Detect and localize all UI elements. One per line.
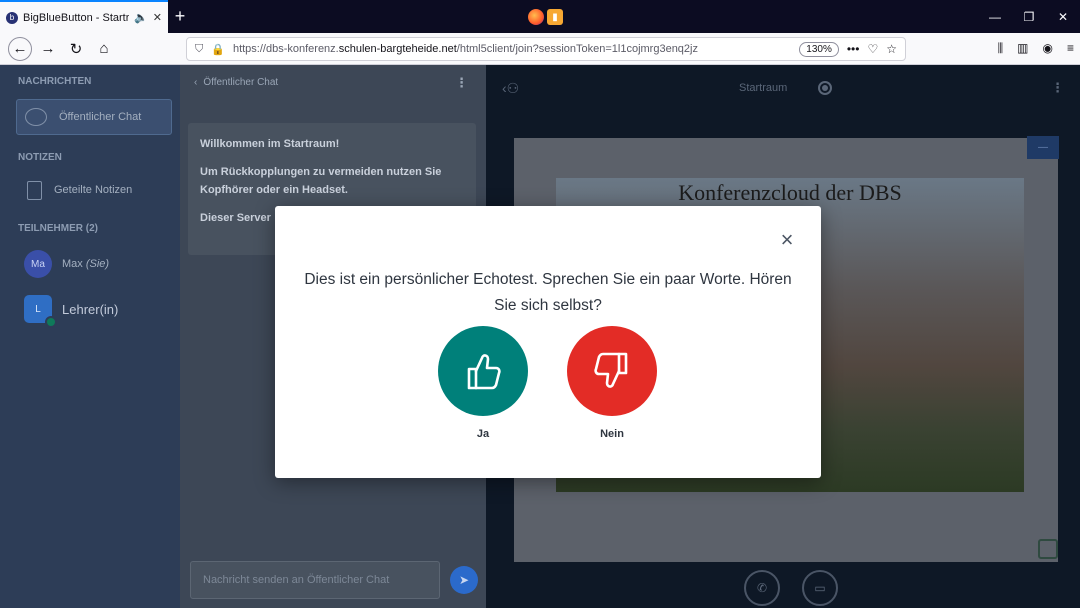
close-window-icon[interactable]: ✕: [1046, 0, 1080, 33]
zoom-level[interactable]: 130%: [799, 41, 839, 57]
send-message-button[interactable]: ➤: [450, 566, 478, 594]
speaker-icon[interactable]: 🔈: [134, 11, 148, 24]
shield-icon[interactable]: ⛉: [195, 43, 203, 56]
yes-label: Ja: [476, 428, 490, 440]
chat-title: Öffentlicher Chat: [203, 76, 279, 88]
url-actions: ••• ♡ ☆: [847, 42, 897, 56]
leave-audio-button[interactable]: ✆: [744, 570, 780, 606]
messages-section-title: NACHRICHTEN: [18, 76, 92, 87]
echo-yes-button[interactable]: Ja: [438, 326, 528, 440]
minimize-presentation-button[interactable]: —: [1027, 136, 1059, 159]
record-icon[interactable]: [818, 81, 832, 95]
close-tab-icon[interactable]: ✕: [153, 11, 162, 24]
tab-title: BigBlueButton - Startraum: [23, 11, 130, 24]
lock-icon[interactable]: 🔒: [211, 43, 225, 56]
chat-options-icon[interactable]: ⋮: [455, 75, 468, 91]
bigbluebutton-favicon-icon: b: [6, 11, 18, 24]
options-icon[interactable]: ⋮: [1051, 80, 1064, 96]
sidebar-item-public-chat[interactable]: Öffentlicher Chat: [16, 99, 172, 135]
firefox-icon: [528, 9, 544, 25]
main-header: ‹⚇ Startraum ⋮: [486, 65, 1080, 111]
participants-section-title: TEILNEHMER (2): [18, 223, 98, 234]
echo-test-modal: × Dies ist ein persönlicher Echotest. Sp…: [275, 206, 821, 478]
url-text[interactable]: https://dbs-konferenz.schulen-bargteheid…: [233, 43, 791, 55]
home-button[interactable]: ⌂: [92, 37, 116, 61]
room-title: Startraum: [739, 82, 788, 94]
user-item-max[interactable]: Ma Max (Sie): [24, 250, 109, 278]
thumbs-down-icon[interactable]: [567, 326, 657, 416]
user-list-sidebar: NACHRICHTEN Öffentlicher Chat NOTIZEN Ge…: [0, 65, 180, 608]
window-controls: — ❐ ✕: [978, 0, 1080, 33]
url-bar[interactable]: ⛉ 🔒 https://dbs-konferenz.schulen-bargte…: [186, 37, 906, 61]
document-icon: [27, 180, 42, 200]
user-list-toggle-icon[interactable]: ‹⚇: [502, 80, 519, 97]
moderator-badge-icon: [45, 316, 57, 328]
camera-off-icon: ▭: [814, 581, 826, 595]
echo-test-prompt: Dies ist ein persönlicher Echotest. Spre…: [304, 271, 792, 314]
avatar: L: [24, 295, 57, 328]
sidebar-item-label: Geteilte Notizen: [54, 184, 133, 196]
microphone-icon[interactable]: ▮: [547, 9, 563, 25]
back-button[interactable]: ←: [8, 36, 32, 61]
pocket-icon[interactable]: ♡: [867, 42, 878, 56]
chat-message-input[interactable]: Nachricht senden an Öffentlicher Chat: [190, 561, 440, 599]
sidebar-item-label: Öffentlicher Chat: [59, 111, 142, 123]
close-icon[interactable]: ×: [775, 227, 799, 252]
notes-section-title: NOTIZEN: [18, 152, 62, 163]
chat-bubble-icon: [25, 108, 47, 126]
hint-line: Um Rückkopplungen zu vermeiden nutzen Si…: [200, 166, 442, 196]
more-actions-icon[interactable]: •••: [847, 42, 860, 56]
tabbar-indicators: ▮: [528, 9, 563, 25]
forward-button[interactable]: →: [36, 37, 60, 61]
browser-tab[interactable]: b BigBlueButton - Startraum 🔈 ✕: [0, 0, 168, 33]
fullscreen-icon[interactable]: [1038, 539, 1058, 559]
user-name: Max (Sie): [62, 258, 110, 270]
bookmark-star-icon[interactable]: ☆: [886, 42, 897, 56]
welcome-line: Willkommen im Startraum!: [200, 138, 340, 150]
sidebar-item-shared-notes[interactable]: Geteilte Notizen: [16, 172, 172, 208]
user-item-lehrer[interactable]: L Lehrer(in): [24, 295, 119, 328]
slide-title: Konferenzcloud der DBS: [678, 180, 902, 205]
menu-icon[interactable]: ≡: [1067, 41, 1074, 56]
share-webcam-button[interactable]: ▭: [802, 570, 838, 606]
chevron-left-icon[interactable]: ‹: [194, 77, 197, 88]
user-name: Lehrer(in): [62, 301, 119, 317]
account-icon[interactable]: ◉: [1043, 41, 1053, 56]
library-icon[interactable]: ⫼: [998, 41, 1004, 56]
no-label: Nein: [600, 428, 624, 440]
echo-no-button[interactable]: Nein: [567, 326, 657, 440]
restore-icon[interactable]: ❐: [1012, 0, 1046, 33]
phone-hangup-icon: ✆: [756, 581, 768, 595]
minimize-icon[interactable]: —: [978, 0, 1012, 33]
avatar: Ma: [24, 250, 52, 278]
thumbs-up-icon[interactable]: [438, 326, 528, 416]
send-icon: ➤: [458, 573, 470, 587]
chat-header[interactable]: ‹ Öffentlicher Chat ⋮: [180, 65, 486, 99]
reload-button[interactable]: ↻: [64, 37, 88, 61]
new-tab-button[interactable]: +: [168, 0, 192, 33]
toolbar-right: ⫼ ▥ ◉ ≡: [998, 41, 1074, 56]
browser-navbar: ← → ↻ ⌂ ⛉ 🔒 https://dbs-konferenz.schule…: [0, 33, 1080, 65]
sidebar-icon[interactable]: ▥: [1017, 41, 1028, 56]
